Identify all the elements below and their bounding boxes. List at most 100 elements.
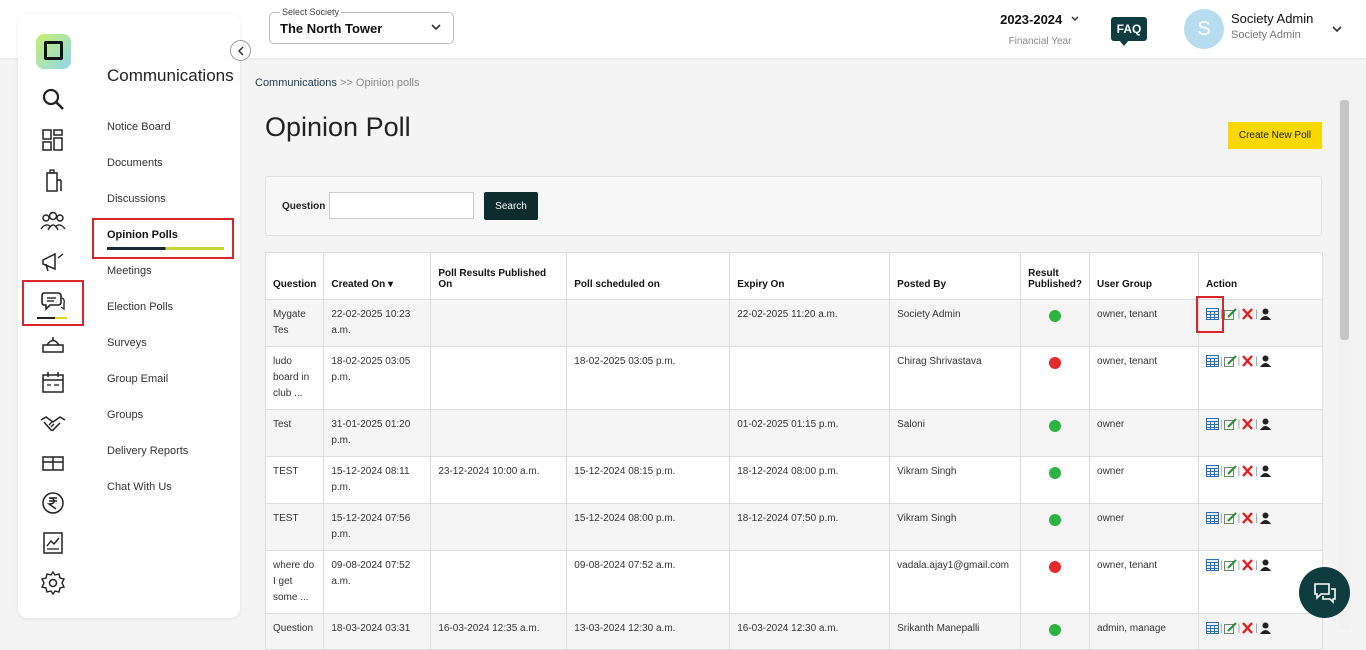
cell-result-published [1020,503,1091,551]
helpdesk-icon[interactable] [36,329,70,359]
financial-year-selector[interactable]: 2023-2024 Financial Year [985,12,1095,47]
menu-item-documents[interactable]: Documents [107,157,163,169]
column-header-result-published[interactable]: Result Published? [1020,252,1091,300]
user-icon[interactable] [1259,355,1272,368]
delete-icon[interactable] [1241,622,1254,635]
scrollbar-thumb[interactable] [1340,100,1349,340]
search-button[interactable]: Search [484,192,538,220]
menu-item-delivery-reports[interactable]: Delivery Reports [107,445,188,457]
edit-icon[interactable] [1223,355,1237,368]
cell-actions: | | | [1197,346,1324,410]
question-search-input[interactable] [329,192,474,219]
cell-scheduled: 18-02-2025 03:05 p.m. [566,346,731,410]
society-select[interactable]: Select Society The North Tower [269,7,454,44]
edit-icon[interactable] [1223,622,1237,635]
delete-icon[interactable] [1241,512,1254,525]
column-header-user-group[interactable]: User Group [1089,252,1199,300]
delete-icon[interactable] [1241,418,1254,431]
calendar-icon[interactable] [36,368,70,398]
cell-user-group: owner, tenant [1089,299,1199,347]
cell-scheduled [566,409,731,457]
cell-user-group: admin, manage [1089,613,1199,650]
column-header-scheduled-on[interactable]: Poll scheduled on [566,252,731,300]
create-new-poll-button[interactable]: Create New Poll [1228,122,1322,149]
cell-posted-by: Saloni [889,409,1022,457]
breadcrumb-parent[interactable]: Communications [255,77,337,89]
check-circle-icon [1049,514,1062,526]
handshake-icon[interactable] [36,408,70,438]
delete-icon[interactable] [1241,465,1254,478]
menu-item-notice-board[interactable]: Notice Board [107,121,171,133]
cell-created: 09-08-2024 07:52 a.m. [323,550,432,614]
edit-icon[interactable] [1223,418,1237,431]
cell-scheduled: 13-03-2024 12:30 a.m. [566,613,731,650]
cell-question: where do I get some ... [264,550,325,614]
menu-item-groups[interactable]: Groups [107,409,143,421]
cell-published-on [430,299,568,347]
edit-icon[interactable] [1223,512,1237,525]
app-logo[interactable] [36,34,71,69]
column-header-expiry-on[interactable]: Expiry On [729,252,891,300]
cell-posted-by: vadala.ajay1@gmail.com [889,550,1022,614]
menu-item-surveys[interactable]: Surveys [107,337,147,349]
communication-icon[interactable] [36,286,70,316]
rupee-icon[interactable] [36,488,70,518]
user-icon[interactable] [1259,622,1272,635]
facility-icon[interactable] [36,448,70,478]
settings-icon[interactable] [36,568,70,598]
edit-icon[interactable] [1223,559,1237,572]
view-results-icon[interactable] [1205,465,1219,478]
delete-icon[interactable] [1241,355,1254,368]
collapse-sidebar-button[interactable] [230,40,251,61]
user-icon[interactable] [1259,308,1272,321]
view-results-highlight [1196,296,1224,333]
cell-user-group: owner [1089,409,1199,457]
cell-user-group: owner, tenant [1089,550,1199,614]
menu-item-group-email[interactable]: Group Email [107,373,168,385]
polls-table: Question Created On ▾ Poll Results Publi… [264,252,1324,650]
menu-item-opinion-polls[interactable]: Opinion Polls [107,229,178,241]
search-icon[interactable] [36,84,70,114]
faq-button[interactable]: FAQ [1111,17,1147,46]
view-results-icon[interactable] [1205,418,1219,431]
chat-support-button[interactable] [1299,567,1350,618]
menu-item-discussions[interactable]: Discussions [107,193,166,205]
megaphone-icon[interactable] [36,247,70,277]
dashboard-icon[interactable] [36,125,70,155]
user-icon[interactable] [1259,512,1272,525]
building-icon[interactable] [36,166,70,196]
delete-icon[interactable] [1241,559,1254,572]
cell-scheduled: 09-08-2024 07:52 a.m. [566,550,731,614]
user-icon[interactable] [1259,418,1272,431]
menu-item-meetings[interactable]: Meetings [107,265,152,277]
avatar[interactable]: S [1184,9,1224,49]
view-results-icon[interactable] [1205,622,1219,635]
cell-published-on [430,409,568,457]
view-results-icon[interactable] [1205,512,1219,525]
cell-result-published [1020,346,1091,410]
cell-result-published [1020,550,1091,614]
delete-icon[interactable] [1241,308,1254,321]
column-header-created-on[interactable]: Created On ▾ [323,252,432,300]
edit-icon[interactable] [1223,308,1237,321]
check-circle-icon [1049,310,1062,322]
column-header-posted-by[interactable]: Posted By [889,252,1022,300]
view-results-icon[interactable] [1205,559,1219,572]
financial-year-value: 2023-2024 [1000,12,1063,27]
cell-scheduled: 15-12-2024 08:00 p.m. [566,503,731,551]
report-icon[interactable] [36,528,70,558]
user-info[interactable]: Society Admin Society Admin [1231,11,1313,41]
column-header-question[interactable]: Question [264,252,325,300]
edit-icon[interactable] [1223,465,1237,478]
menu-item-election-polls[interactable]: Election Polls [107,301,173,313]
view-results-icon[interactable] [1205,355,1219,368]
menu-item-chat-with-us[interactable]: Chat With Us [107,481,172,493]
user-icon[interactable] [1259,465,1272,478]
user-icon[interactable] [1259,559,1272,572]
page-title: Opinion Poll [265,112,411,142]
column-header-published-on[interactable]: Poll Results Published On [430,252,568,300]
cell-result-published [1020,613,1091,650]
people-icon[interactable] [36,206,70,236]
cell-created: 18-02-2025 03:05 p.m. [323,346,432,410]
chevron-down-icon[interactable] [1330,22,1344,36]
